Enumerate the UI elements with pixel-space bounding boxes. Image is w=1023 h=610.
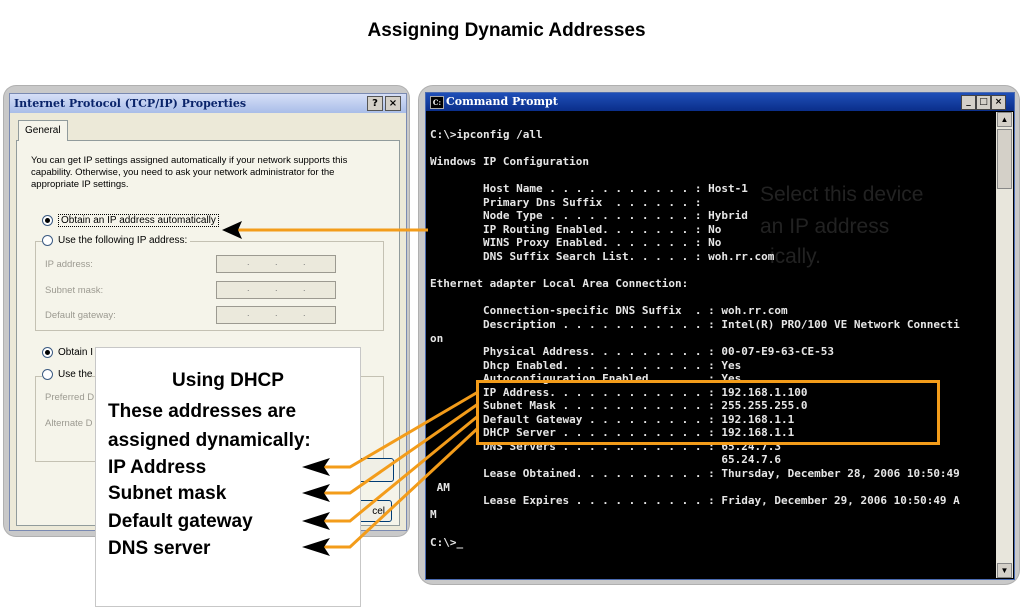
cmd-line: Connection-specific DNS Suffix . : woh.r… — [430, 304, 788, 317]
radio-use-following-dns[interactable]: Use the — [42, 369, 93, 380]
cmd-line: IP Routing Enabled. . . . . . . : No — [430, 223, 722, 236]
scroll-up-icon[interactable]: ▲ — [997, 112, 1012, 127]
cmd-line: Host Name . . . . . . . . . . . : Host-1 — [430, 182, 748, 195]
default-gateway-field[interactable]: ... — [216, 306, 336, 324]
cmd-line: DNS Suffix Search List. . . . . : woh.rr… — [430, 250, 775, 263]
cmd-line: AM — [430, 481, 450, 494]
cmd-line: Primary Dns Suffix . . . . . . : — [430, 196, 702, 209]
radio-obtain-ip-auto[interactable]: Obtain an IP address automatically — [42, 214, 219, 227]
ip-address-field[interactable]: ... — [216, 255, 336, 273]
minimize-button[interactable]: _ — [961, 95, 976, 110]
ghost-text-1: Select this device — [760, 183, 924, 206]
page-title: Assigning Dynamic Addresses — [367, 20, 646, 41]
callout-line-1: These addresses are — [108, 401, 297, 422]
cmd-line: Physical Address. . . . . . . . . : 00-0… — [430, 345, 834, 358]
radio-selected-icon — [42, 215, 53, 226]
command-prompt-window: C: Command Prompt _ □ × Select this devi… — [425, 92, 1015, 580]
radio-obtain-ip-auto-label: Obtain an IP address automatically — [58, 214, 219, 227]
subnet-mask-field[interactable]: ... — [216, 281, 336, 299]
cmd-line: Lease Expires . . . . . . . . . . : Frid… — [430, 494, 960, 507]
help-button[interactable]: ? — [367, 96, 383, 111]
ghost-text-3: ically. — [770, 245, 821, 268]
scroll-down-icon[interactable]: ▼ — [997, 563, 1012, 578]
cmd-title: Command Prompt — [446, 95, 558, 108]
ip-address-label: IP address: — [45, 259, 93, 270]
callout-line-2: assigned dynamically: — [108, 430, 311, 451]
cmd-line: Windows IP Configuration — [430, 155, 589, 168]
cmd-line: Node Type . . . . . . . . . . . : Hybrid — [430, 209, 748, 222]
vertical-scrollbar[interactable]: ▲ ▼ — [996, 112, 1013, 578]
cmd-line: on — [430, 332, 444, 345]
callout-item-dns: DNS server — [108, 538, 211, 559]
callout-item-ip: IP Address — [108, 457, 207, 478]
alternate-dns-label: Alternate D — [45, 418, 93, 429]
cmd-line: C:\>_ — [430, 536, 464, 549]
cmd-line: WINS Proxy Enabled. . . . . . . : No — [430, 236, 722, 249]
subnet-mask-label: Subnet mask: — [45, 285, 104, 296]
close-button[interactable]: × — [991, 95, 1006, 110]
dialog-title: Internet Protocol (TCP/IP) Properties — [14, 97, 247, 110]
cmd-titlebar: C: Command Prompt _ □ × — [426, 93, 1014, 111]
close-button[interactable]: × — [385, 96, 401, 111]
dialog-titlebar: Internet Protocol (TCP/IP) Properties ? … — [10, 94, 406, 113]
cmd-line: Ethernet adapter Local Area Connection: — [430, 277, 689, 290]
cmd-line: 65.24.7.6 — [430, 453, 781, 466]
tab-general[interactable]: General — [18, 120, 68, 141]
dhcp-callout: Using DHCP These addresses are assigned … — [95, 347, 361, 607]
callout-item-subnet: Subnet mask — [108, 483, 227, 504]
maximize-button[interactable]: □ — [976, 95, 991, 110]
scroll-thumb[interactable] — [997, 129, 1012, 189]
cmd-line: M — [430, 508, 437, 521]
dialog-description: You can get IP settings assigned automat… — [31, 155, 348, 190]
radio-obtain-dns-auto[interactable]: Obtain I — [42, 347, 93, 358]
cmd-line: Description . . . . . . . . . . . : Inte… — [430, 318, 960, 331]
cmd-output: Select this device an IP address ically.… — [430, 115, 992, 577]
callout-item-gateway: Default gateway — [108, 511, 253, 532]
preferred-dns-label: Preferred D — [45, 392, 95, 403]
cmd-icon: C: — [430, 96, 444, 109]
dhcp-highlight-box — [476, 380, 940, 445]
cmd-line: Lease Obtained. . . . . . . . . . : Thur… — [430, 467, 960, 480]
radio-use-following-ip[interactable]: Use the following IP address: — [42, 235, 191, 246]
cmd-line: C:\>ipconfig /all — [430, 128, 543, 141]
default-gateway-label: Default gateway: — [45, 310, 116, 321]
ghost-text-2: an IP address — [760, 215, 890, 238]
radio-unselected-icon — [42, 369, 53, 380]
radio-unselected-icon — [42, 235, 53, 246]
callout-heading: Using DHCP — [172, 370, 284, 391]
radio-obtain-dns-label: Obtain I — [58, 347, 94, 358]
radio-use-following-ip-label: Use the following IP address: — [58, 235, 188, 246]
cmd-line: Dhcp Enabled. . . . . . . . . . . : Yes — [430, 359, 742, 372]
radio-selected-icon — [42, 347, 53, 358]
radio-use-following-dns-label: Use the — [58, 369, 93, 380]
